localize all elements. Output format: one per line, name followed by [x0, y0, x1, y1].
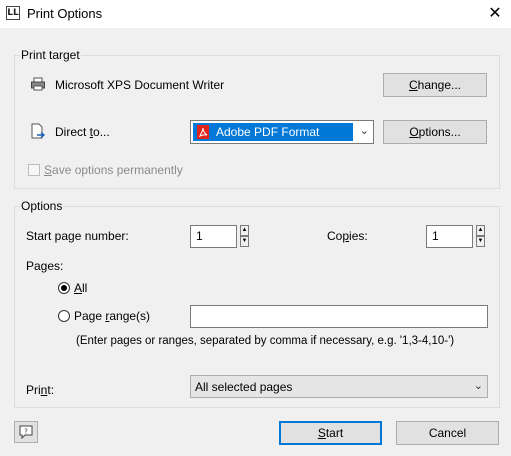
- save-options-checkbox[interactable]: [28, 164, 40, 176]
- window-title: Print Options: [27, 6, 103, 21]
- start-page-input[interactable]: 1: [190, 225, 237, 248]
- options-button[interactable]: Options...: [383, 120, 487, 144]
- all-radio[interactable]: [58, 282, 70, 294]
- app-icon: LL: [6, 6, 20, 20]
- save-options-label: Save options permanently: [44, 163, 183, 177]
- copies-stepper[interactable]: ▲ ▼: [476, 225, 486, 248]
- spin-down-icon[interactable]: ▼: [240, 236, 249, 247]
- printer-name: Microsoft XPS Document Writer: [55, 78, 225, 92]
- printer-icon: [31, 77, 45, 91]
- spin-up-icon[interactable]: ▲: [476, 225, 485, 236]
- print-scope-dropdown[interactable]: All selected pages ⌄: [190, 375, 488, 398]
- cancel-button[interactable]: Cancel: [396, 421, 499, 445]
- page-range-hint: (Enter pages or ranges, separated by com…: [76, 335, 455, 347]
- copies-label: Copies:: [327, 229, 368, 243]
- svg-text:?: ?: [24, 428, 28, 436]
- page-range-input[interactable]: [190, 305, 488, 328]
- pdf-icon: [197, 125, 209, 139]
- start-button[interactable]: Start: [279, 421, 382, 445]
- direct-to-label: Direct to...: [55, 125, 110, 139]
- chevron-down-icon: ⌄: [359, 125, 369, 137]
- pages-label: Pages:: [26, 259, 64, 273]
- start-page-stepper[interactable]: ▲ ▼: [240, 225, 250, 248]
- print-scope-value: All selected pages: [195, 380, 293, 394]
- close-icon[interactable]: ✕: [484, 3, 506, 23]
- chevron-down-icon: ⌄: [473, 380, 483, 392]
- all-label: All: [74, 281, 88, 295]
- print-label: Print:: [26, 383, 55, 397]
- format-value: Adobe PDF Format: [216, 125, 320, 139]
- document-arrow-icon: [31, 123, 46, 139]
- help-icon: ?: [19, 425, 33, 440]
- spin-down-icon[interactable]: ▼: [476, 236, 485, 247]
- copies-input[interactable]: 1: [426, 225, 473, 248]
- options-title: Options: [20, 199, 64, 213]
- spin-up-icon[interactable]: ▲: [240, 225, 249, 236]
- help-button[interactable]: ?: [14, 421, 38, 443]
- page-range-radio[interactable]: [58, 310, 70, 322]
- page-range-label: Page range(s): [74, 309, 151, 323]
- print-target-title: Print target: [20, 48, 81, 62]
- start-page-label: Start page number:: [26, 229, 129, 243]
- output-format-dropdown[interactable]: Adobe PDF Format ⌄: [190, 120, 374, 144]
- change-button[interactable]: Change...: [383, 73, 487, 97]
